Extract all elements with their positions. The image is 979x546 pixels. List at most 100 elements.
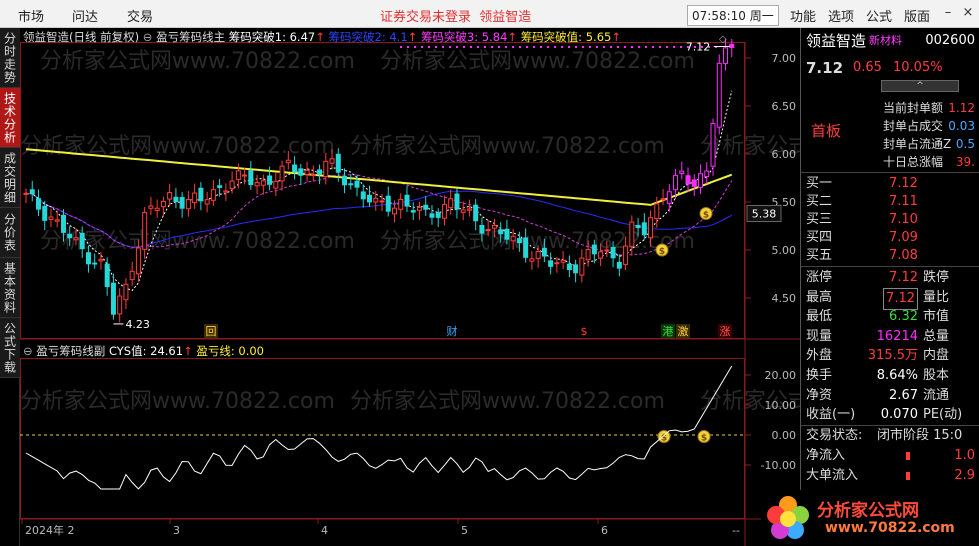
candle-body — [485, 229, 491, 232]
candle-body — [179, 197, 185, 209]
candle-body — [454, 193, 460, 210]
sub-indicator-name[interactable]: 盈亏筹码线副 — [36, 344, 105, 358]
tab-formula-download[interactable]: 公式下载 — [0, 318, 20, 378]
candle-body — [73, 237, 79, 241]
info-value-1: 0.03 — [948, 119, 975, 133]
event-cai-marker[interactable]: 财 — [447, 324, 458, 338]
tab-trades[interactable]: 成交明细 — [0, 148, 20, 208]
menu-layout[interactable]: 版面 — [904, 6, 930, 25]
logo-url: www.70822.com — [825, 520, 955, 536]
stat-value: 7.12 — [889, 270, 918, 285]
watermark-text: 分析家公式网www.70822.com — [20, 389, 335, 414]
menu-options[interactable]: 选项 — [828, 6, 854, 25]
price-chart-svg[interactable]: 分析家公式网www.70822.com 分析家公式网www.70822.com分析… — [20, 28, 979, 546]
candle-body — [248, 170, 254, 186]
event-ji-marker[interactable]: 激 — [678, 324, 689, 338]
event-zhang-marker[interactable]: 涨 — [720, 325, 731, 338]
menu-formula[interactable]: 公式 — [866, 6, 892, 25]
minimize-icon[interactable]: – — [940, 5, 956, 21]
price-axis-label: 4.50 — [772, 292, 797, 305]
chart-stock-title: 领益智造(日线 前复权) — [23, 30, 140, 44]
nav-trade[interactable]: 交易 — [127, 6, 153, 25]
info-value-0: 1.12 — [948, 101, 975, 115]
flow-value-0: 1.0 — [954, 448, 975, 463]
indicator-name[interactable]: 盈亏筹码线主 — [156, 30, 225, 44]
candle-body — [554, 262, 560, 265]
sub-axis-label: 0.00 — [772, 429, 797, 442]
sub-axis-label: 20.00 — [765, 369, 797, 382]
candle-body — [42, 205, 48, 221]
candle-body — [666, 191, 672, 204]
bid-label: 买三 — [806, 212, 833, 227]
candle-body — [479, 225, 485, 234]
candle-body — [535, 251, 541, 259]
candle-body — [367, 194, 373, 203]
bid-price: 7.12 — [889, 176, 918, 191]
nav-market[interactable]: 市场 — [18, 6, 44, 25]
candle-body — [498, 229, 504, 235]
bid-row[interactable]: 买三 7.10 — [801, 210, 979, 230]
stat-label-2: 量比 — [923, 289, 950, 305]
candle-body — [229, 180, 235, 190]
info-label-0: 当前封单额 — [883, 101, 944, 115]
bid-row[interactable]: 买五 7.08 — [801, 246, 979, 266]
candle-body — [704, 170, 710, 178]
bid-row[interactable]: 买四 7.09 — [801, 228, 979, 248]
candle-body — [92, 262, 98, 265]
event-gang-marker[interactable]: 港 — [663, 325, 674, 338]
candle-body — [473, 204, 479, 222]
candle-body — [48, 216, 54, 220]
candle-body — [723, 47, 729, 64]
tab-technical[interactable]: 技术分析 — [0, 88, 20, 148]
sidetab-filler — [0, 378, 20, 546]
bid-row[interactable]: 买二 7.11 — [801, 192, 979, 212]
candle-body — [516, 238, 522, 244]
high-label: 7.12 — [686, 40, 711, 53]
event-dollar-marker[interactable]: $ — [581, 325, 588, 338]
stat-label-2: 股本 — [923, 368, 950, 383]
candle-body — [610, 246, 616, 259]
money-bag-icon-glyph: $ — [659, 247, 665, 257]
stat-row: 净资 2.67 流通 — [801, 386, 979, 406]
candle-body — [685, 175, 691, 185]
price-axis-label: 7.00 — [772, 52, 797, 65]
candle-body — [391, 207, 397, 215]
candle-body — [510, 235, 516, 242]
candle-body — [504, 228, 510, 240]
expand-button[interactable]: ^ — [881, 80, 959, 92]
candle-body — [160, 200, 166, 208]
nav-wenda[interactable]: 问达 — [72, 6, 98, 25]
price-pane-border — [20, 42, 745, 339]
price-axis-label: 6.50 — [772, 100, 797, 113]
info-value-2: 0.5 — [955, 137, 975, 151]
tab-fundamentals[interactable]: 基本资料 — [0, 258, 20, 318]
divider — [801, 172, 979, 173]
divider — [801, 266, 979, 267]
quote-sector-tag[interactable]: 新材料 — [869, 31, 902, 51]
chart-area[interactable]: 分析家公式网www.70822.com 分析家公式网www.70822.com 分析… — [20, 28, 979, 546]
stat-value: 315.5万 — [867, 348, 918, 364]
candle-body — [242, 174, 248, 177]
candle-body — [591, 244, 597, 255]
candle-body — [254, 182, 260, 187]
bid-label: 买四 — [806, 230, 833, 245]
indicator-s2: 筹码突破2: 4.1 — [328, 30, 408, 44]
watermark-text: 分析家公式网www.70822.com — [350, 389, 665, 414]
close-icon[interactable]: × — [960, 5, 976, 21]
candle-body — [279, 165, 285, 182]
diamond-icon: ◇ — [719, 34, 727, 45]
sub-line-value: 盈亏线: 0.00 — [196, 344, 264, 358]
bid-row[interactable]: 买一 7.12 — [801, 174, 979, 194]
stat-label: 最低 — [806, 309, 833, 325]
candle-body — [441, 204, 447, 219]
tab-intraday[interactable]: 分时走势 — [0, 28, 20, 88]
stat-value: 2.67 — [889, 387, 918, 403]
event-hui-marker[interactable]: 回 — [206, 325, 217, 338]
quote-panel: 领益智造 新材料 002600 7.12 0.65 10.05% ^ 首板 当前… — [761, 28, 979, 546]
candle-body — [373, 197, 379, 203]
login-warning[interactable]: 证券交易未登录 领益智造 — [380, 6, 531, 25]
menu-function[interactable]: 功能 — [790, 6, 816, 25]
tab-price-table[interactable]: 分价表 — [0, 208, 20, 258]
low-label: 4.23 — [125, 318, 150, 331]
candle-body — [148, 205, 154, 209]
